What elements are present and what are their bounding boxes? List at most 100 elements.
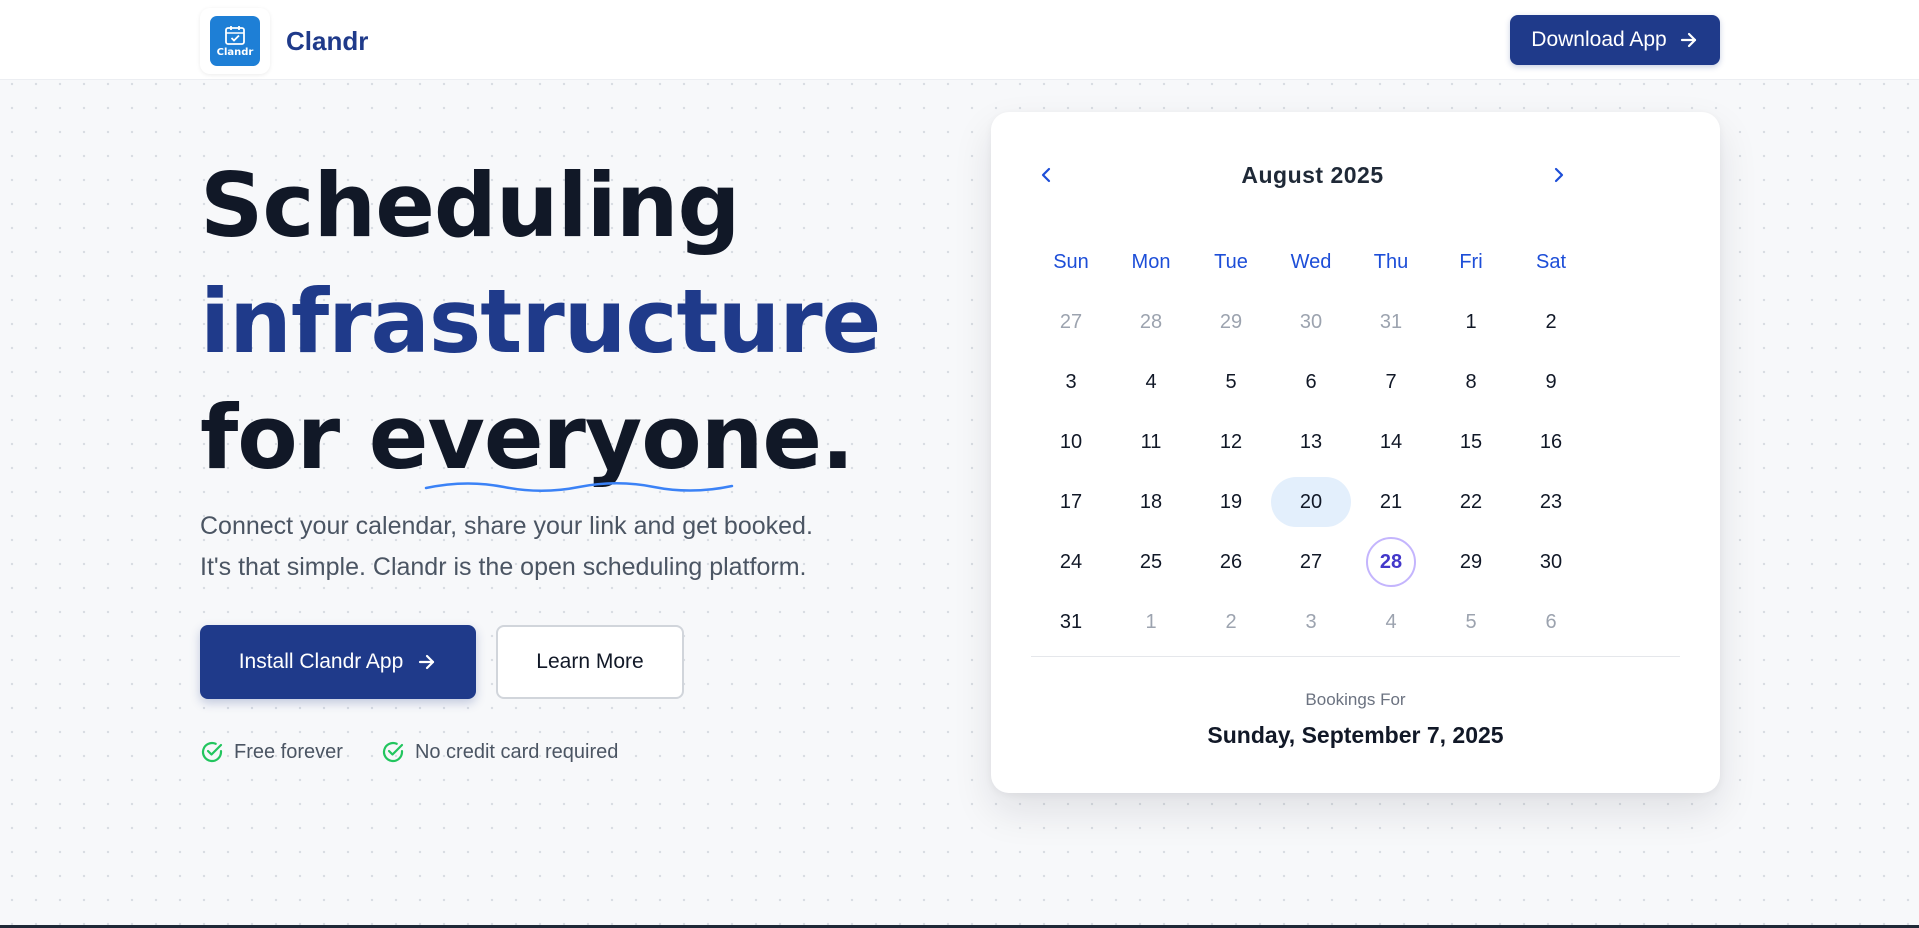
prev-month-button[interactable] xyxy=(1031,160,1061,190)
bookings-label: Bookings For xyxy=(1305,690,1406,709)
top-header: Clandr Clandr Download App xyxy=(0,0,1919,80)
calendar-day[interactable]: 8 xyxy=(1431,352,1511,412)
hero-title-emphasis-word: everyone xyxy=(368,386,822,489)
calendar-day[interactable]: 5 xyxy=(1191,352,1271,412)
calendar-day[interactable]: 2 xyxy=(1511,292,1591,352)
calendar-day[interactable]: 28 xyxy=(1111,292,1191,352)
logo[interactable]: Clandr xyxy=(200,8,270,74)
calendar-day[interactable]: 3 xyxy=(1031,352,1111,412)
calendar-day[interactable]: 7 xyxy=(1351,352,1431,412)
bookings-date: Sunday, September 7, 2025 xyxy=(1207,722,1504,748)
calendar-day[interactable]: 21 xyxy=(1351,472,1431,532)
calendar-day[interactable]: 31 xyxy=(1031,592,1111,652)
calendar-day-number: 22 xyxy=(1459,490,1483,513)
squiggle-underline-icon xyxy=(424,482,734,492)
calendar-day-today[interactable]: 28 xyxy=(1351,532,1431,592)
calendar-day[interactable]: 15 xyxy=(1431,412,1511,472)
download-app-button[interactable]: Download App xyxy=(1510,15,1720,65)
calendar-day[interactable]: 10 xyxy=(1031,412,1111,472)
calendar-grid: Sun Mon Tue Wed Thu Fri Sat 27 28 29 30 31 1 2 3 4 5 6 7 8 9… xyxy=(1031,232,1591,652)
brand[interactable]: Clandr Clandr xyxy=(200,8,368,74)
calendar-day-number: 25 xyxy=(1139,550,1163,573)
download-app-label: Download App xyxy=(1531,28,1667,51)
calendar-day-number: 8 xyxy=(1465,370,1477,393)
calendar-day[interactable]: 5 xyxy=(1431,592,1511,652)
calendar-day[interactable]: 30 xyxy=(1511,532,1591,592)
calendar-day[interactable]: 16 xyxy=(1511,412,1591,472)
check-free-forever: Free forever xyxy=(200,740,343,764)
calendar-day-number: 2 xyxy=(1225,610,1237,633)
calendar-day-number: 6 xyxy=(1305,370,1317,393)
calendar-day[interactable]: 17 xyxy=(1031,472,1111,532)
calendar-day-number: 11 xyxy=(1140,430,1162,453)
calendar-day-number: 7 xyxy=(1385,370,1397,393)
calendar-day[interactable]: 29 xyxy=(1431,532,1511,592)
weekday-header: Sun xyxy=(1053,250,1089,273)
calendar-day-number: 29 xyxy=(1459,550,1483,573)
hero-title-line-1: Scheduling xyxy=(200,154,740,257)
calendar-day[interactable]: 26 xyxy=(1191,532,1271,592)
check-no-credit-card: No credit card required xyxy=(381,740,618,764)
calendar-day[interactable]: 12 xyxy=(1191,412,1271,472)
calendar-day[interactable]: 2 xyxy=(1191,592,1271,652)
calendar-day-number: 23 xyxy=(1539,490,1563,513)
calendar-day[interactable]: 4 xyxy=(1111,352,1191,412)
calendar-day-number: 4 xyxy=(1145,370,1157,393)
hero-title-line-3: for everyone. xyxy=(200,380,880,496)
calendar-day[interactable]: 11 xyxy=(1111,412,1191,472)
calendar-month-label: August 2025 xyxy=(1241,162,1384,188)
calendar-day[interactable]: 4 xyxy=(1351,592,1431,652)
calendar-day-number: 30 xyxy=(1299,310,1323,333)
calendar-day[interactable]: 27 xyxy=(1271,532,1351,592)
calendar-day[interactable]: 3 xyxy=(1271,592,1351,652)
calendar-day-number: 1 xyxy=(1145,610,1157,633)
install-app-button[interactable]: Install Clandr App xyxy=(200,625,476,699)
calendar-day-number: 9 xyxy=(1545,370,1557,393)
calendar-day[interactable]: 31 xyxy=(1351,292,1431,352)
learn-more-label: Learn More xyxy=(536,650,644,673)
hero-title-emphasis: everyone xyxy=(368,380,822,496)
calendar-day-number: 13 xyxy=(1299,430,1323,453)
calendar-day[interactable]: 1 xyxy=(1111,592,1191,652)
calendar-day[interactable]: 6 xyxy=(1271,352,1351,412)
calendar-day-number: 20 xyxy=(1271,477,1351,527)
calendar-day[interactable]: 27 xyxy=(1031,292,1111,352)
calendar-day[interactable]: 14 xyxy=(1351,412,1431,472)
calendar-day-number: 21 xyxy=(1379,490,1403,513)
calendar-day-number: 31 xyxy=(1379,310,1403,333)
install-app-label: Install Clandr App xyxy=(238,650,404,673)
calendar-day-number: 28 xyxy=(1139,310,1163,333)
calendar-day-number: 1 xyxy=(1465,310,1477,333)
calendar-day-number: 5 xyxy=(1225,370,1237,393)
calendar-day[interactable]: 24 xyxy=(1031,532,1111,592)
next-month-button[interactable] xyxy=(1544,160,1574,190)
calendar-card: August 2025 Sun Mon Tue Wed Thu Fri Sat 27 28 29 3… xyxy=(991,112,1720,793)
check-circle-icon xyxy=(201,741,223,763)
weekday-header: Sat xyxy=(1535,250,1567,273)
calendar-day[interactable]: 1 xyxy=(1431,292,1511,352)
hero-subtitle-line-1: Connect your calendar, share your link a… xyxy=(200,512,813,540)
calendar-day[interactable]: 13 xyxy=(1271,412,1351,472)
calendar-day-selected[interactable]: 20 xyxy=(1271,472,1351,532)
calendar-day[interactable]: 23 xyxy=(1511,472,1591,532)
arrow-right-icon xyxy=(419,654,435,670)
calendar-day[interactable]: 6 xyxy=(1511,592,1591,652)
calendar-day-number: 3 xyxy=(1305,610,1317,633)
calendar-day[interactable]: 29 xyxy=(1191,292,1271,352)
hero-title-line-2: infrastructure xyxy=(200,270,881,373)
weekday-header: Wed xyxy=(1290,250,1332,273)
calendar-day[interactable]: 22 xyxy=(1431,472,1511,532)
learn-more-button[interactable]: Learn More xyxy=(496,625,684,699)
calendar-day[interactable]: 18 xyxy=(1111,472,1191,532)
calendar-day[interactable]: 30 xyxy=(1271,292,1351,352)
calendar-day-number: 5 xyxy=(1465,610,1477,633)
brand-name[interactable]: Clandr xyxy=(286,26,368,57)
calendar-day[interactable]: 19 xyxy=(1191,472,1271,532)
calendar-day-number: 2 xyxy=(1545,310,1557,333)
calendar-day-number: 12 xyxy=(1219,430,1243,453)
calendar-day-number: 14 xyxy=(1379,430,1403,453)
calendar-day[interactable]: 25 xyxy=(1111,532,1191,592)
calendar-day-number: 24 xyxy=(1059,550,1083,573)
calendar-day[interactable]: 9 xyxy=(1511,352,1591,412)
calendar-day-number: 17 xyxy=(1059,490,1083,513)
